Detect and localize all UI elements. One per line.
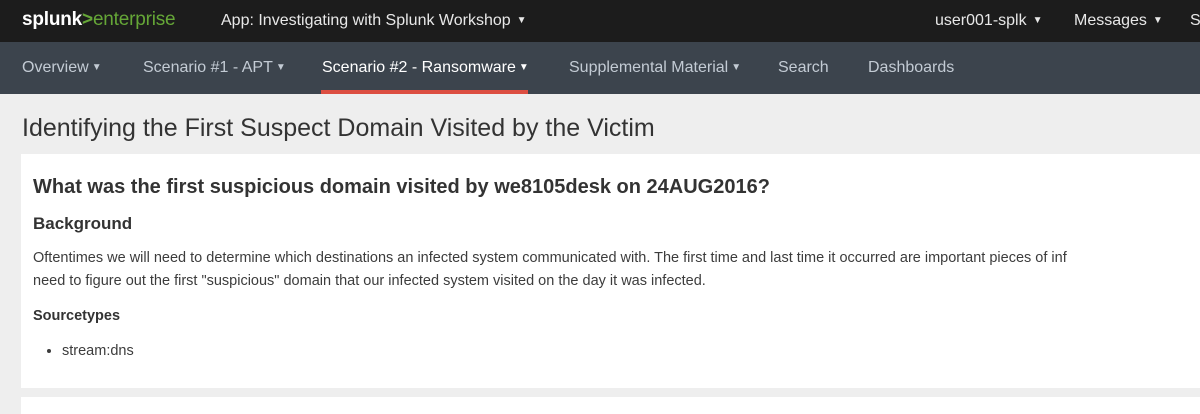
content-panel: What was the first suspicious domain vis… — [21, 154, 1200, 388]
app-menu-label: App: Investigating with Splunk Workshop — [221, 12, 511, 29]
chevron-down-icon: ▼ — [516, 15, 527, 26]
app-nav-bar: Overview ▼ Scenario #1 - APT ▼ Scenario #2… — [0, 42, 1200, 94]
chevron-down-icon: ▼ — [1152, 15, 1163, 26]
logo-word-splunk: splunk — [22, 9, 83, 30]
nav-scenario-2-ransomware[interactable]: Scenario #2 - Ransomware ▼ — [322, 59, 529, 77]
messages-menu[interactable]: Messages ▼ — [1074, 12, 1163, 30]
nav-supplemental-label: Supplemental Material — [569, 59, 729, 76]
page-title: Identifying the First Suspect Domain Vis… — [22, 114, 655, 142]
nav-overview[interactable]: Overview ▼ — [22, 59, 102, 77]
paragraph-line-1: Oftentimes we will need to determine whi… — [33, 250, 1067, 266]
messages-menu-label: Messages — [1074, 12, 1147, 29]
nav-scenario-2-label: Scenario #2 - Ransomware — [322, 59, 516, 76]
sourcetypes-list: stream:dns — [33, 343, 134, 359]
background-heading: Background — [33, 214, 133, 233]
chevron-down-icon: ▼ — [518, 62, 529, 73]
question-heading: What was the first suspicious domain vis… — [33, 176, 770, 198]
paragraph-line-2: need to figure out the first "suspicious… — [33, 273, 706, 289]
sourcetypes-heading: Sourcetypes — [33, 308, 121, 324]
nav-dashboards[interactable]: Dashboards — [868, 59, 954, 77]
logo-word-enterprise: enterprise — [92, 9, 176, 30]
splunk-logo[interactable]: splunk>enterprise — [22, 9, 176, 31]
next-content-panel — [21, 397, 1200, 414]
nav-search[interactable]: Search — [778, 59, 829, 77]
chevron-down-icon: ▼ — [275, 62, 286, 73]
chevron-down-icon: ▼ — [91, 62, 102, 73]
settings-menu-cropped[interactable]: S — [1190, 12, 1200, 30]
user-menu-label: user001-splk — [935, 12, 1027, 29]
logo-arrow: > — [82, 9, 93, 30]
user-menu[interactable]: user001-splk ▼ — [935, 12, 1043, 30]
list-item: stream:dns — [62, 343, 134, 359]
nav-scenario-1-label: Scenario #1 - APT — [143, 59, 273, 76]
chevron-down-icon: ▼ — [731, 62, 742, 73]
nav-overview-label: Overview — [22, 59, 89, 76]
nav-supplemental-material[interactable]: Supplemental Material ▼ — [569, 59, 741, 77]
chevron-down-icon: ▼ — [1032, 15, 1043, 26]
background-paragraph: Oftentimes we will need to determine whi… — [33, 247, 1200, 293]
nav-scenario-1-apt[interactable]: Scenario #1 - APT ▼ — [143, 59, 286, 77]
active-tab-indicator — [321, 90, 528, 94]
app-bar: splunk>enterprise App: Investigating wit… — [0, 0, 1200, 42]
app-menu[interactable]: App: Investigating with Splunk Workshop ▼ — [221, 12, 527, 30]
